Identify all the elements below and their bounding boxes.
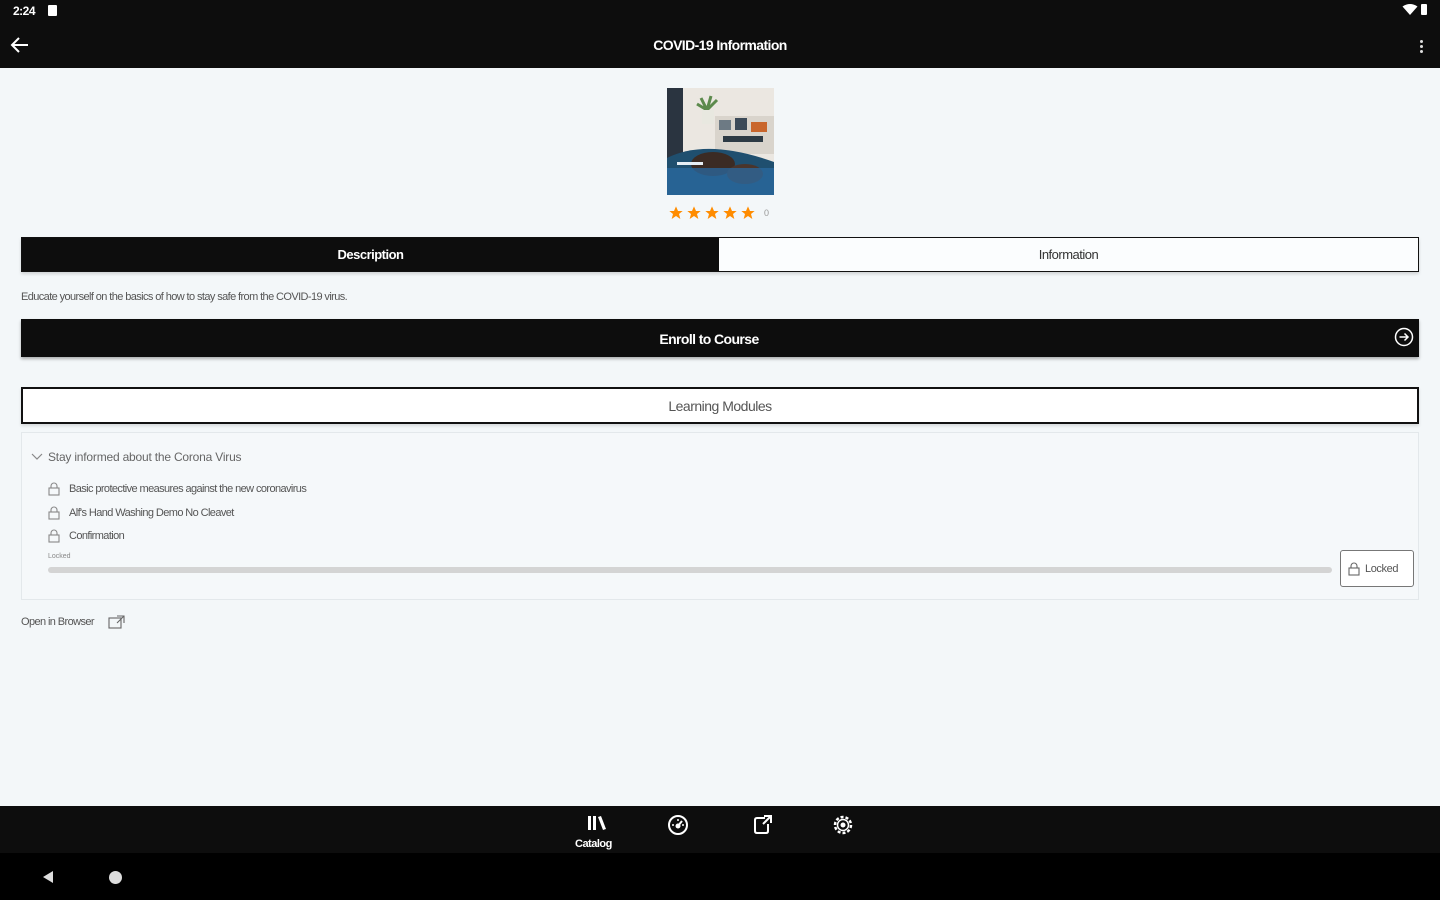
external-link-icon	[108, 615, 125, 629]
lock-icon	[48, 482, 60, 496]
catalog-icon	[588, 816, 606, 830]
nav-settings[interactable]	[831, 812, 857, 850]
system-back-icon[interactable]	[41, 870, 55, 884]
section-title: Stay informed about the Corona Virus	[48, 450, 242, 464]
star-icon	[669, 206, 683, 219]
learning-modules-header[interactable]: Learning Modules	[21, 387, 1419, 424]
more-options-button[interactable]	[1412, 34, 1432, 58]
battery-icon	[1421, 4, 1427, 15]
tab-description[interactable]: Description	[22, 238, 719, 271]
nav-catalog-label: Catalog	[575, 838, 612, 850]
more-vert-icon	[1420, 40, 1423, 43]
bottom-navigation: Catalog	[0, 806, 1440, 853]
lesson-label: Confirmation	[69, 530, 125, 542]
course-description: Educate yourself on the basics of how to…	[21, 291, 348, 303]
lock-icon	[48, 529, 60, 543]
rating-count: 0	[764, 208, 770, 218]
external-share-icon	[754, 815, 772, 834]
progress-bar	[48, 567, 1332, 573]
course-tabs: Description Information	[21, 237, 1419, 272]
locked-button[interactable]: Locked	[1340, 550, 1414, 587]
open-in-browser-label: Open in Browser	[21, 616, 95, 628]
modules-card: Stay informed about the Corona Virus Bas…	[21, 432, 1419, 600]
enroll-button[interactable]: Enroll to Course	[21, 319, 1419, 357]
enroll-label: Enroll to Course	[659, 331, 759, 347]
sd-card-icon	[48, 5, 57, 16]
app-bar: COVID-19 Information	[0, 22, 1440, 68]
nav-external[interactable]	[750, 812, 776, 850]
lock-icon	[1348, 562, 1360, 576]
settings-icon	[833, 815, 853, 835]
course-thumbnail	[667, 88, 774, 195]
chevron-down-icon	[31, 453, 43, 460]
tab-information[interactable]: Information	[719, 238, 1418, 271]
arrow-circle-right-icon	[1394, 327, 1414, 347]
nav-catalog[interactable]: Catalog	[573, 812, 621, 850]
star-icon	[723, 206, 737, 219]
lesson-label: Basic protective measures against the ne…	[69, 483, 307, 495]
progress-label: Locked	[48, 553, 71, 560]
dashboard-icon	[668, 815, 688, 835]
star-icon	[741, 206, 755, 219]
status-time: 2:24	[13, 4, 36, 18]
wifi-icon	[1402, 4, 1418, 15]
system-navigation-bar	[0, 853, 1440, 900]
lesson-label: Alf's Hand Washing Demo No Cleavet	[69, 507, 234, 519]
locked-button-label: Locked	[1365, 563, 1399, 575]
nav-dashboard[interactable]	[666, 812, 692, 850]
star-icon	[687, 206, 701, 219]
star-icon	[705, 206, 719, 219]
system-home-icon[interactable]	[109, 871, 122, 884]
page-title: COVID-19 Information	[653, 37, 787, 53]
status-bar: 2:24	[0, 0, 1440, 22]
lock-icon	[48, 506, 60, 520]
